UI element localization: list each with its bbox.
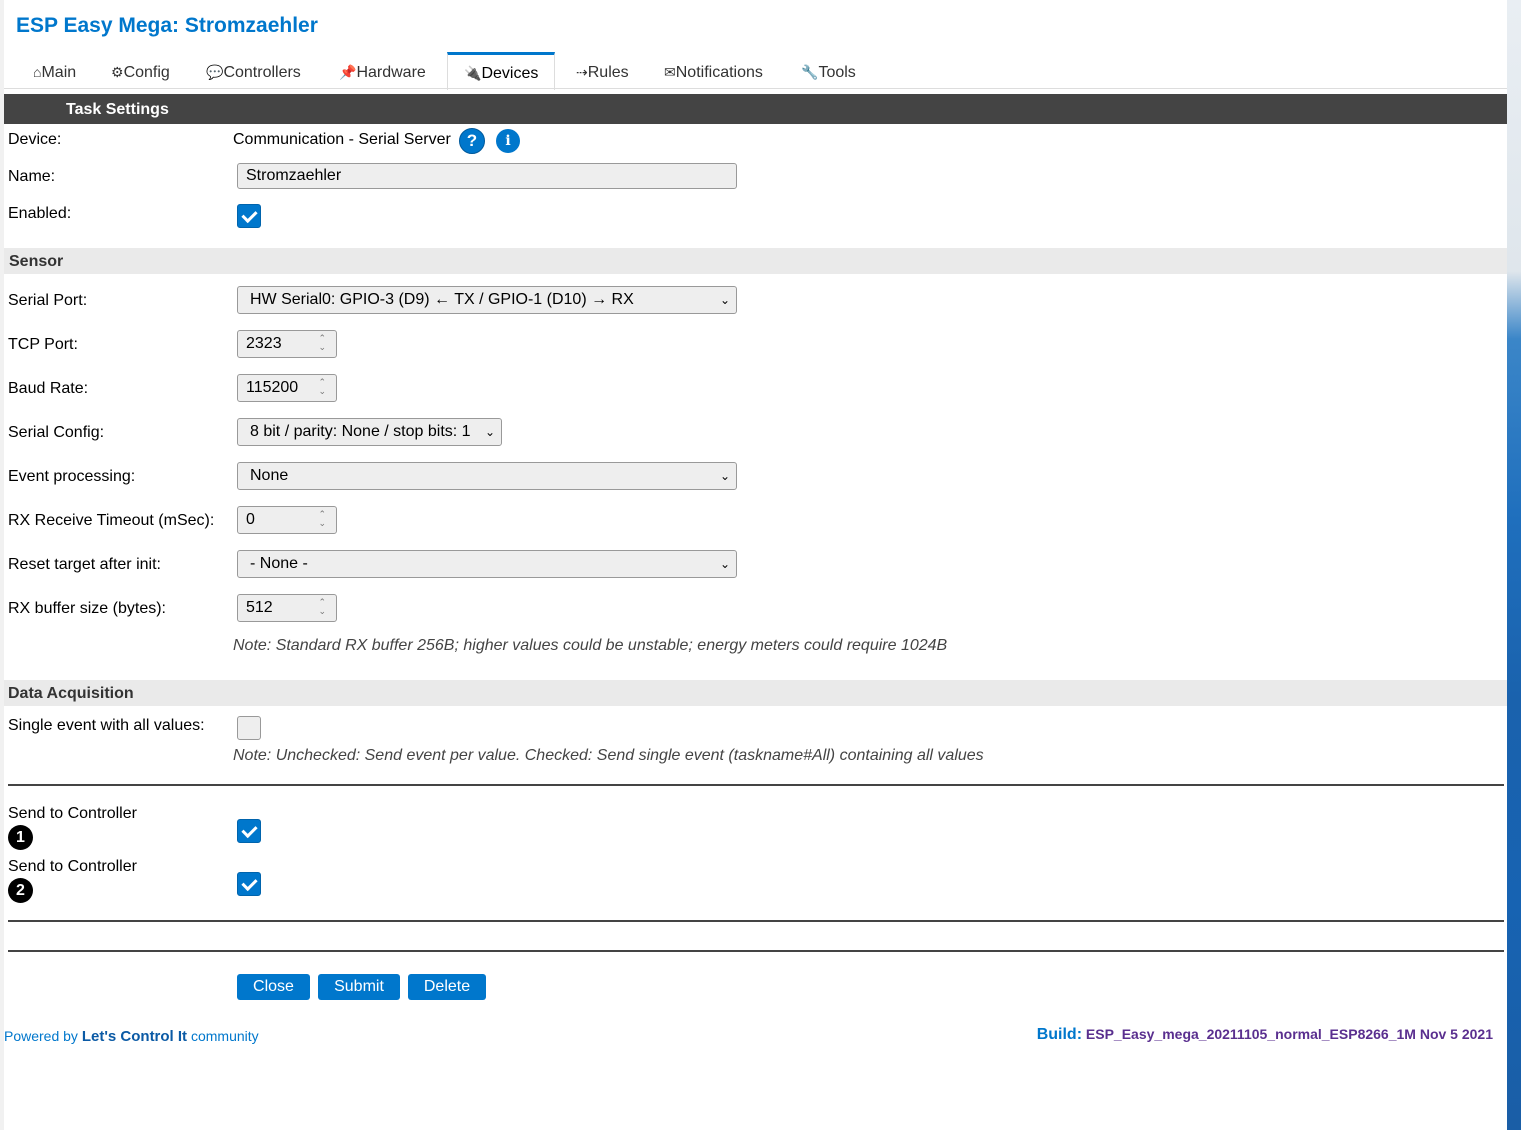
submit-button[interactable]: Submit bbox=[318, 974, 400, 1000]
build-info: Build: ESP_Easy_mega_20211105_normal_ESP… bbox=[1037, 1026, 1493, 1044]
serial-config-value: 8 bit / parity: None / stop bits: 1 bbox=[250, 423, 471, 440]
task-settings-header bbox=[4, 94, 1507, 124]
gear-icon: ⚙ bbox=[111, 64, 124, 80]
app-title: ESP Easy Mega: Stromzaehler bbox=[16, 14, 318, 37]
reset-target-select[interactable]: - None - ⌄ bbox=[237, 550, 737, 578]
chevron-down-icon: ⌄ bbox=[719, 469, 730, 483]
tab-rules[interactable]: ⇢Rules bbox=[576, 52, 629, 88]
close-button[interactable]: Close bbox=[237, 974, 310, 1000]
serial-port-label: Serial Port: bbox=[8, 292, 88, 309]
envelope-icon: ✉ bbox=[664, 64, 676, 80]
tcp-port-value: 2323 bbox=[246, 335, 282, 352]
tab-label: Notifications bbox=[675, 64, 763, 81]
enabled-checkbox[interactable] bbox=[237, 204, 261, 228]
tab-label: Hardware bbox=[356, 64, 426, 81]
pushpin-icon: 📌 bbox=[339, 64, 357, 80]
rx-buffer-label: RX buffer size (bytes): bbox=[8, 600, 166, 617]
controller-number-badge: 2 bbox=[8, 878, 33, 903]
chevron-down-icon: ⌄ bbox=[484, 425, 495, 439]
tab-notifications[interactable]: ✉Notifications bbox=[664, 52, 763, 88]
device-label: Device: bbox=[8, 131, 62, 148]
build-label: Build: bbox=[1036, 1026, 1083, 1043]
event-processing-label: Event processing: bbox=[8, 468, 136, 485]
task-settings-title: Task Settings bbox=[66, 101, 169, 118]
spinner-icon[interactable]: ⌃ ⌄ bbox=[318, 598, 326, 616]
info-icon[interactable]: i bbox=[496, 129, 520, 153]
serial-port-select[interactable]: HW Serial0: GPIO-3 (D9) ← TX / GPIO-1 (D… bbox=[237, 286, 737, 314]
event-processing-select[interactable]: None ⌄ bbox=[237, 462, 737, 490]
main-nav-tabs: ⌂Main ⚙Config 💬Controllers 📌Hardware 🔌De… bbox=[4, 52, 1507, 90]
event-processing-value: None bbox=[250, 467, 289, 484]
tcp-port-label: TCP Port: bbox=[8, 336, 78, 353]
divider bbox=[8, 920, 1504, 922]
sensor-section-title: Sensor bbox=[9, 253, 64, 270]
chevron-down-icon: ⌄ bbox=[719, 293, 730, 307]
chat-bubble-icon: 💬 bbox=[206, 64, 224, 80]
send-to-controller-label: Send to Controller bbox=[8, 858, 137, 875]
rx-timeout-input[interactable]: 0 ⌃ ⌄ bbox=[237, 506, 337, 534]
divider bbox=[8, 950, 1504, 952]
spinner-icon[interactable]: ⌃ ⌄ bbox=[318, 334, 326, 352]
rx-buffer-value: 512 bbox=[246, 599, 273, 616]
send-to-controller-1-checkbox[interactable] bbox=[237, 819, 261, 843]
name-input[interactable]: Stromzaehler bbox=[237, 163, 737, 189]
name-label: Name: bbox=[8, 168, 56, 185]
single-event-checkbox[interactable] bbox=[237, 716, 261, 740]
serial-port-value: HW Serial0: GPIO-3 (D9) ← TX / GPIO-1 (D… bbox=[250, 291, 634, 308]
baud-rate-label: Baud Rate: bbox=[8, 380, 89, 397]
plug-icon: 🔌 bbox=[464, 65, 482, 81]
data-acquisition-section-title: Data Acquisition bbox=[8, 685, 134, 702]
single-event-label: Single event with all values: bbox=[8, 717, 205, 734]
page: ESP Easy Mega: Stromzaehler ⌂Main ⚙Confi… bbox=[0, 0, 1507, 1130]
baud-rate-input[interactable]: 115200 ⌃ ⌄ bbox=[237, 374, 337, 402]
tab-label: Controllers bbox=[223, 64, 301, 81]
tab-hardware[interactable]: 📌Hardware bbox=[339, 52, 426, 88]
send-to-controller-2-checkbox[interactable] bbox=[237, 872, 261, 896]
tab-label: Tools bbox=[818, 64, 856, 81]
wrench-icon: 🔧 bbox=[801, 64, 819, 80]
rx-buffer-input[interactable]: 512 ⌃ ⌄ bbox=[237, 594, 337, 622]
reset-target-label: Reset target after init: bbox=[8, 556, 161, 573]
tab-tools[interactable]: 🔧Tools bbox=[801, 52, 856, 88]
tabs-divider bbox=[4, 88, 1507, 89]
spinner-icon[interactable]: ⌃ ⌄ bbox=[318, 378, 326, 396]
arrow-icon: ⇢ bbox=[576, 64, 588, 80]
build-value: ESP_Easy_mega_20211105_normal_ESP8266_1M… bbox=[1085, 1026, 1493, 1042]
help-icon[interactable]: ? bbox=[459, 128, 485, 154]
desktop-background-edge bbox=[1507, 0, 1521, 1130]
chevron-down-icon: ⌄ bbox=[719, 557, 730, 571]
reset-target-value: - None - bbox=[250, 555, 308, 572]
powered-by-footer: Powered by Let's Control It community bbox=[4, 1028, 259, 1045]
left-border bbox=[0, 0, 4, 1130]
serial-config-select[interactable]: 8 bit / parity: None / stop bits: 1 ⌄ bbox=[237, 418, 502, 446]
tab-main[interactable]: ⌂Main bbox=[33, 52, 76, 88]
send-to-controller-label: Send to Controller bbox=[8, 805, 137, 822]
enabled-label: Enabled: bbox=[8, 205, 72, 222]
serial-config-label: Serial Config: bbox=[8, 424, 105, 441]
divider bbox=[8, 784, 1504, 786]
tab-config[interactable]: ⚙Config bbox=[111, 52, 170, 88]
tab-label: Config bbox=[123, 64, 170, 81]
data-acquisition-section-bar bbox=[4, 680, 1507, 706]
tcp-port-input[interactable]: 2323 ⌃ ⌄ bbox=[237, 330, 337, 358]
delete-button[interactable]: Delete bbox=[408, 974, 486, 1000]
tab-devices[interactable]: 🔌Devices bbox=[447, 52, 555, 90]
tab-label: Devices bbox=[481, 65, 539, 82]
spinner-icon[interactable]: ⌃ ⌄ bbox=[318, 510, 326, 528]
rx-buffer-note: Note: Standard RX buffer 256B; higher va… bbox=[233, 637, 948, 654]
tab-label: Rules bbox=[587, 64, 629, 81]
tab-controllers[interactable]: 💬Controllers bbox=[206, 52, 301, 88]
rx-timeout-label: RX Receive Timeout (mSec): bbox=[8, 512, 215, 529]
single-event-note: Note: Unchecked: Send event per value. C… bbox=[233, 747, 984, 764]
powered-by-text: Powered by bbox=[4, 1028, 78, 1044]
sensor-section-bar bbox=[4, 248, 1507, 274]
rx-timeout-value: 0 bbox=[246, 511, 255, 528]
community-text: community bbox=[190, 1028, 259, 1044]
tab-label: Main bbox=[41, 64, 77, 81]
brand-link[interactable]: Let's Control It bbox=[82, 1028, 187, 1045]
device-value: Communication - Serial Server bbox=[233, 131, 451, 148]
baud-rate-value: 115200 bbox=[246, 379, 299, 396]
controller-number-badge: 1 bbox=[8, 825, 33, 850]
